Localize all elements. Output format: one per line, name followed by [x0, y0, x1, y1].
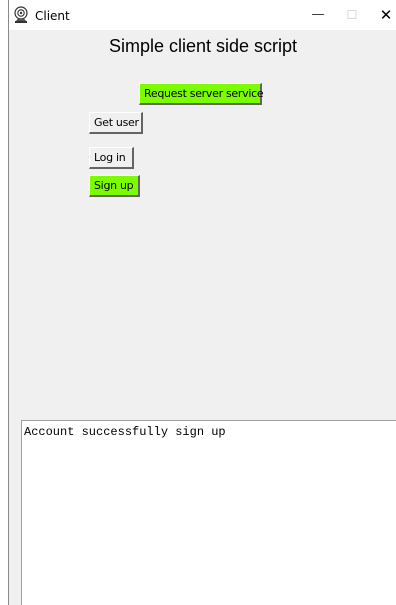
request-server-service-button[interactable]: Request server service: [139, 83, 264, 105]
page-heading: Simple client side script: [108, 36, 298, 56]
client-window: Client — ☐ ✕ Simple client side script R…: [8, 0, 396, 605]
sign-up-button[interactable]: Sign up: [89, 175, 140, 197]
get-user-button[interactable]: Get user: [89, 112, 143, 134]
title-bar[interactable]: Client — ☐ ✕: [9, 0, 396, 30]
output-text-area[interactable]: Account successfully sign up: [21, 420, 396, 605]
log-in-button[interactable]: Log in: [89, 147, 134, 169]
window-title: Client: [35, 9, 70, 23]
close-button[interactable]: ✕: [366, 0, 396, 30]
webcam-app-icon: [13, 6, 29, 24]
